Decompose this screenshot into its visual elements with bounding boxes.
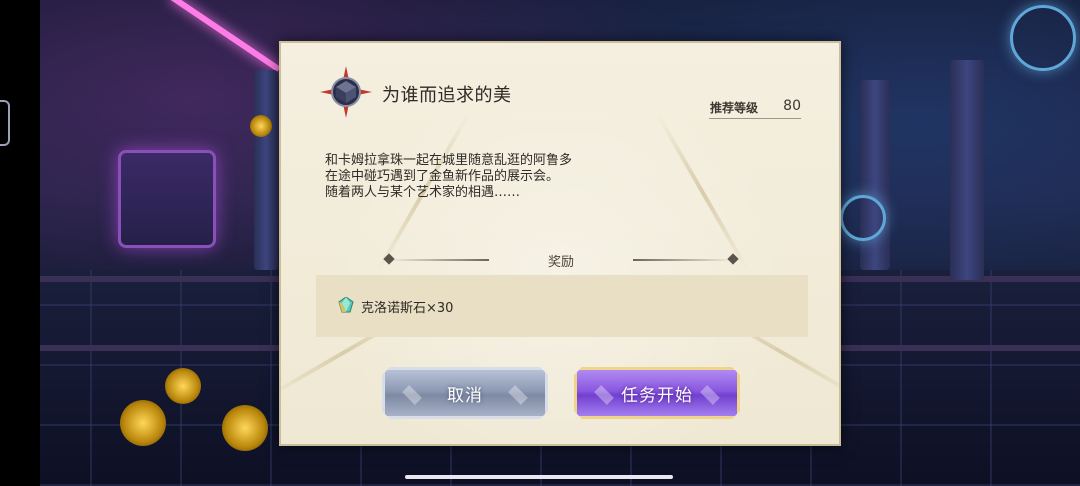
background-lamp (165, 368, 201, 404)
cancel-button-label: 取消 (447, 385, 483, 406)
recommended-level-value: 80 (783, 98, 801, 114)
button-glint (402, 385, 422, 405)
quest-description: 和卡姆拉拿珠一起在城里随意乱逛的阿鲁多 在途中碰巧遇到了金鱼新作品的展示会。 随… (325, 153, 755, 201)
button-glint (594, 385, 614, 405)
recommended-level: 推荐等级 80 (709, 98, 801, 119)
compass-star-icon (320, 66, 372, 118)
background-pillar (950, 60, 984, 280)
game-screen: 为谁而追求的美 推荐等级 80 和卡姆拉拿珠一起在城里随意乱逛的阿鲁多 在途中碰… (0, 0, 1080, 486)
kronos-stone-icon (338, 297, 354, 313)
screen-left-edge (0, 0, 40, 486)
recommended-level-label: 推荐等级 (710, 101, 759, 115)
background-orb (1010, 5, 1076, 71)
reward-heading: 奖励 (381, 250, 741, 270)
side-handle[interactable] (0, 100, 10, 146)
description-line: 和卡姆拉拿珠一起在城里随意乱逛的阿鲁多 (325, 153, 573, 168)
background-lamp (250, 115, 272, 137)
background-display-case (118, 150, 216, 248)
reward-item-label: 克洛诺斯石×30 (361, 301, 454, 316)
background-lamp (120, 400, 166, 446)
button-glint (700, 385, 720, 405)
background-neon-bar (169, 0, 281, 72)
divider-line (633, 259, 733, 261)
background-pillar (860, 80, 890, 270)
home-indicator[interactable] (405, 475, 673, 479)
reward-box: 克洛诺斯石×30 (316, 275, 808, 337)
quest-dialog: 为谁而追求的美 推荐等级 80 和卡姆拉拿珠一起在城里随意乱逛的阿鲁多 在途中碰… (279, 41, 841, 446)
cancel-button[interactable]: 取消 (382, 367, 548, 419)
start-quest-button-label: 任务开始 (621, 385, 693, 406)
background-pillar (254, 70, 278, 270)
description-line: 随着两人与某个艺术家的相遇…… (325, 185, 521, 200)
quest-title: 为谁而追求的美 (382, 85, 512, 106)
description-line: 在途中碰巧遇到了金鱼新作品的展示会。 (325, 169, 560, 184)
background-orb (840, 195, 886, 241)
start-quest-button[interactable]: 任务开始 (574, 367, 740, 419)
background-lamp (222, 405, 268, 451)
button-glint (508, 385, 528, 405)
